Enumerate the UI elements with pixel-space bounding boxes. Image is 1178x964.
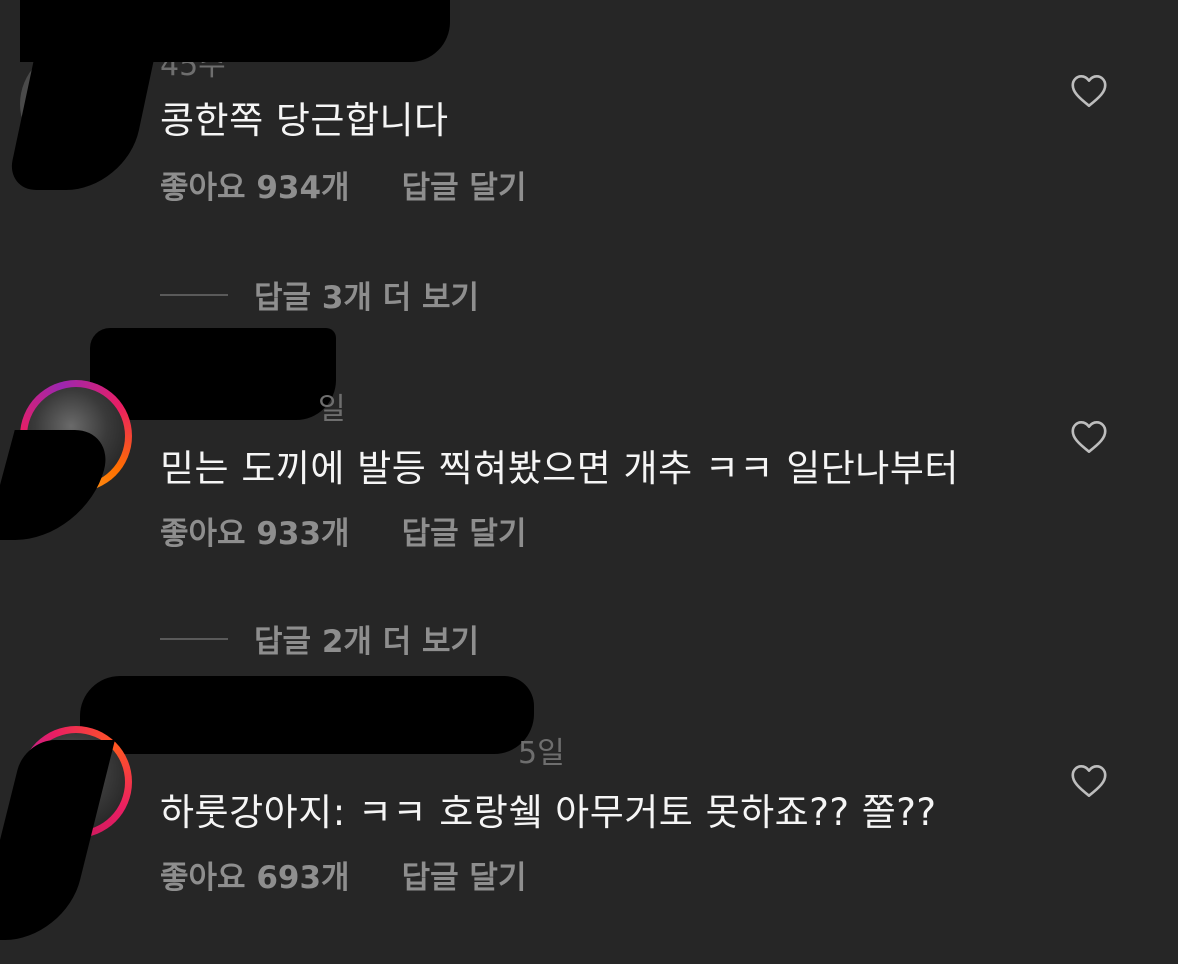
likes-count[interactable]: 좋아요 934개 (160, 162, 350, 207)
heart-outline-icon[interactable] (1070, 764, 1108, 798)
redaction-mark (90, 328, 336, 420)
likes-count[interactable]: 좋아요 933개 (160, 508, 350, 553)
comment-actions: 좋아요 933개 답글 달기 (160, 508, 526, 553)
heart-outline-icon[interactable] (1070, 420, 1108, 454)
reply-button[interactable]: 답글 달기 (402, 162, 527, 207)
comment-meta: 5일 (518, 736, 565, 771)
view-replies-button[interactable]: 답글 2개 더 보기 (160, 616, 479, 660)
comment-actions: 좋아요 934개 답글 달기 (160, 162, 526, 207)
view-replies-label: 답글 2개 더 보기 (254, 624, 480, 660)
view-replies-button[interactable]: 답글 3개 더 보기 (160, 272, 479, 316)
redaction-mark (0, 740, 115, 940)
reply-button[interactable]: 답글 달기 (402, 852, 527, 897)
likes-count[interactable]: 좋아요 693개 (160, 852, 350, 897)
reply-button[interactable]: 답글 달기 (402, 508, 527, 553)
redaction-mark (0, 430, 115, 540)
comment-actions: 좋아요 693개 답글 달기 (160, 852, 526, 897)
divider-line (160, 637, 228, 640)
comment-text: 콩한쪽 당근합니다 (160, 99, 449, 142)
divider-line (160, 293, 228, 296)
redaction-mark (20, 0, 450, 62)
comment-meta: 일 (318, 392, 346, 427)
comment-text: 하룻강아지: ㅋㅋ 호랑쉨 아무거토 못하죠?? 쫄?? (160, 791, 937, 834)
heart-outline-icon[interactable] (1070, 74, 1108, 108)
redaction-mark (80, 676, 534, 754)
view-replies-label: 답글 3개 더 보기 (254, 280, 480, 316)
comment-text: 믿는 도끼에 발등 찍혀봤으면 개추 ㅋㅋ 일단나부터 (160, 447, 959, 490)
